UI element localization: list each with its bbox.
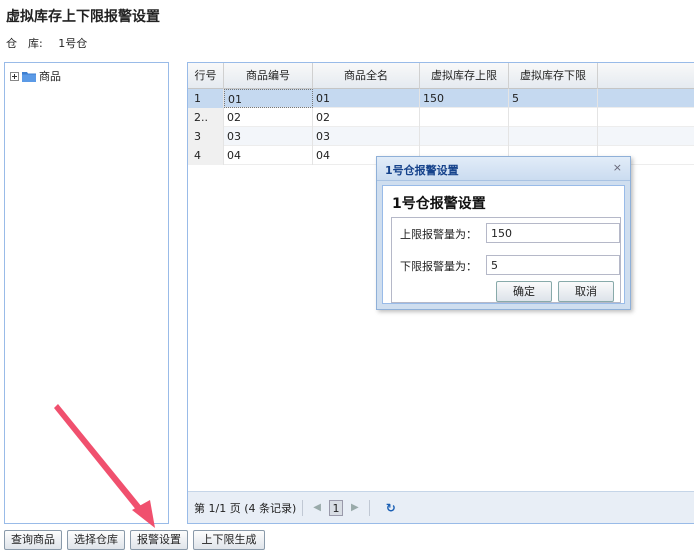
grid-header: 行号 商品编号 商品全名 虚拟库存上限 虚拟库存下限 — [188, 63, 694, 89]
column-header-upper-limit[interactable]: 虚拟库存上限 — [420, 63, 509, 89]
lower-limit-cell[interactable] — [509, 108, 598, 127]
upper-limit-cell[interactable] — [420, 108, 509, 127]
upper-limit-row: 上限报警量为： — [392, 223, 620, 243]
row-number-cell: 1 — [188, 89, 224, 108]
alarm-form: 上限报警量为： 下限报警量为： 确定 取消 — [391, 217, 621, 303]
pager-info: 第 1/1 页 (4 条记录) — [194, 501, 297, 515]
select-warehouse-button[interactable]: 选择仓库 — [67, 530, 125, 550]
product-name-cell[interactable]: 03 — [313, 127, 420, 146]
lower-limit-cell[interactable] — [509, 127, 598, 146]
upper-limit-label: 上限报警量为： — [400, 228, 477, 241]
lower-limit-label: 下限报警量为： — [400, 260, 477, 273]
warehouse-label: 仓 库: — [6, 37, 43, 50]
row-number-cell: 3 — [188, 127, 224, 146]
dialog-body: 1号仓报警设置 上限报警量为： 下限报警量为： 确定 取消 — [382, 185, 625, 304]
table-row[interactable]: 3 03 03 — [188, 127, 694, 146]
pager-separator — [302, 499, 304, 516]
product-code-cell[interactable]: 01 — [224, 89, 313, 108]
lower-limit-cell[interactable]: 5 — [509, 89, 598, 108]
grid-pager: 第 1/1 页 (4 条记录) ◀ 1 ▶ ↻ — [188, 491, 694, 523]
dialog-titlebar[interactable]: 1号仓报警设置 × — [377, 157, 630, 181]
cancel-button[interactable]: 取消 — [558, 281, 614, 302]
product-name-cell[interactable]: 02 — [313, 108, 420, 127]
query-products-button[interactable]: 查询商品 — [4, 530, 62, 550]
upper-limit-cell[interactable] — [420, 127, 509, 146]
upper-limit-cell[interactable]: 150 — [420, 89, 509, 108]
folder-icon — [22, 71, 36, 82]
product-name-cell[interactable]: 01 — [313, 89, 420, 108]
expand-icon[interactable] — [10, 71, 19, 81]
product-code-cell[interactable]: 04 — [224, 146, 313, 165]
confirm-button[interactable]: 确定 — [496, 281, 552, 302]
dialog-heading: 1号仓报警设置 — [392, 196, 486, 212]
row-number-cell: 2.. — [188, 108, 224, 127]
tree-node-label: 商品 — [39, 70, 61, 83]
product-code-cell[interactable]: 03 — [224, 127, 313, 146]
page-title: 虚拟库存上下限报警设置 — [6, 9, 160, 25]
alarm-settings-dialog: 1号仓报警设置 × 1号仓报警设置 上限报警量为： 下限报警量为： 确定 取消 — [376, 156, 631, 310]
prev-page-icon[interactable]: ◀ — [313, 502, 321, 513]
row-number-cell: 4 — [188, 146, 224, 165]
upper-limit-input[interactable] — [486, 223, 620, 243]
table-row[interactable]: 1 01 01 150 5 — [188, 89, 694, 108]
current-page-number[interactable]: 1 — [328, 499, 343, 516]
column-header-product-code[interactable]: 商品编号 — [224, 63, 313, 89]
next-page-icon[interactable]: ▶ — [351, 502, 359, 513]
lower-limit-row: 下限报警量为： — [392, 255, 620, 275]
refresh-icon[interactable]: ↻ — [386, 501, 396, 515]
column-header-lower-limit[interactable]: 虚拟库存下限 — [509, 63, 598, 89]
column-header-row-number[interactable]: 行号 — [188, 63, 224, 89]
pager-separator — [368, 499, 370, 516]
dialog-title: 1号仓报警设置 — [385, 164, 459, 177]
warehouse-info: 仓 库: 1号仓 — [6, 35, 87, 51]
tree-node-products[interactable]: 商品 — [10, 69, 61, 83]
close-icon[interactable]: × — [613, 161, 622, 174]
bottom-toolbar: 查询商品 选择仓库 报警设置 上下限生成 — [0, 528, 694, 550]
product-code-cell[interactable]: 02 — [224, 108, 313, 127]
alarm-settings-button[interactable]: 报警设置 — [130, 530, 188, 550]
warehouse-value: 1号仓 — [58, 37, 88, 50]
product-tree-panel: 商品 — [4, 62, 169, 524]
column-header-product-name[interactable]: 商品全名 — [313, 63, 420, 89]
generate-limits-button[interactable]: 上下限生成 — [193, 530, 265, 550]
table-row[interactable]: 2.. 02 02 — [188, 108, 694, 127]
lower-limit-input[interactable] — [486, 255, 620, 275]
